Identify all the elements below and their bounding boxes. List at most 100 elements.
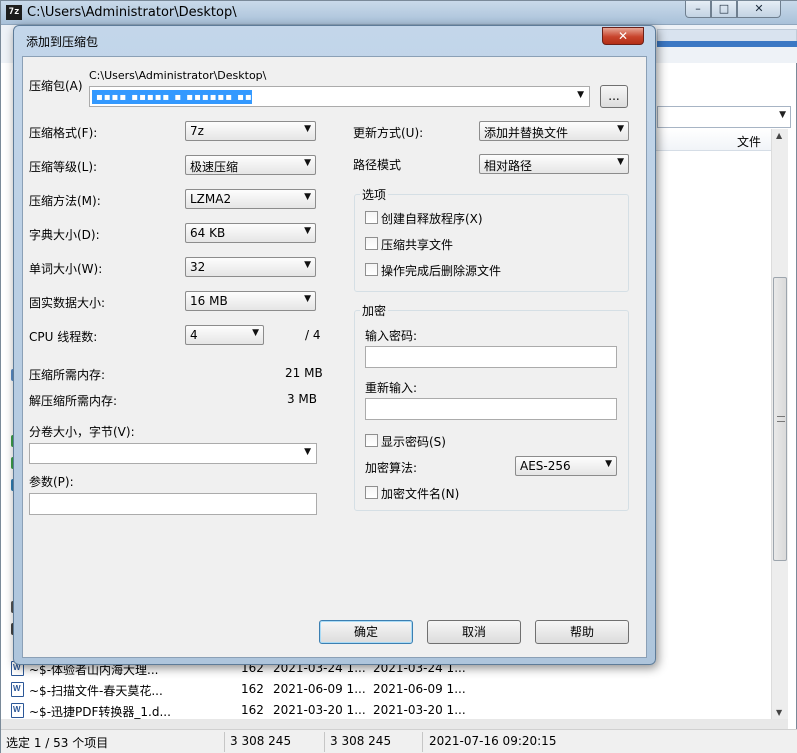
table-row[interactable]: ~$-扫描文件-春天莫花... 162 2021-06-09 1... 2021… (1, 679, 771, 700)
word-select[interactable]: 32 ▼ (185, 257, 316, 277)
solid-select[interactable]: 16 MB ▼ (185, 291, 316, 311)
show-password-checkbox[interactable] (365, 434, 378, 447)
main-path-combo[interactable]: ▼ (657, 106, 791, 128)
format-select[interactable]: 7z ▼ (185, 121, 316, 141)
password-input[interactable] (365, 346, 617, 368)
encryption-title: 加密 (360, 302, 389, 319)
main-address-highlight (657, 41, 797, 47)
sfx-checkbox[interactable] (365, 211, 378, 224)
chevron-down-icon: ▼ (304, 124, 311, 134)
volume-combo[interactable]: ▼ (29, 443, 317, 464)
file-size: 162 (241, 703, 264, 717)
word-doc-icon (11, 682, 24, 697)
level-label: 压缩等级(L): (29, 160, 98, 174)
main-window-title: C:\Users\Administrator\Desktop\ (27, 5, 237, 20)
file-name: ~$-扫描文件-春天莫花... (29, 684, 163, 698)
chevron-down-icon: ▼ (779, 110, 786, 120)
show-password-label[interactable]: 显示密码(S) (381, 433, 446, 450)
maximize-button[interactable]: □ (711, 1, 737, 18)
chevron-down-icon: ▼ (304, 294, 311, 304)
encryption-method-label: 加密算法: (365, 461, 418, 475)
threads-select[interactable]: 4 ▼ (185, 325, 264, 345)
status-datetime: 2021-07-16 09:20:15 (429, 734, 557, 748)
ok-button[interactable]: 确定 (319, 620, 413, 644)
archive-name-combo[interactable]: ▪▪▪▪ ▪▪▪▪▪ ▪ ▪▪▪▪▪▪ ▪▪▪ ▼ (89, 86, 590, 107)
status-packed: 3 308 245 (330, 734, 392, 748)
path-mode-value: 相对路径 (484, 159, 533, 173)
sfx-label[interactable]: 创建自释放程序(X) (381, 210, 483, 227)
minimize-button[interactable]: – (685, 1, 711, 18)
format-value: 7z (190, 124, 204, 138)
method-value: LZMA2 (190, 192, 232, 206)
update-select[interactable]: 添加并替换文件 ▼ (479, 121, 629, 141)
update-label: 更新方式(U): (353, 126, 424, 140)
dict-select[interactable]: 64 KB ▼ (185, 223, 316, 243)
archive-name-text: ▪▪▪▪ ▪▪▪▪▪ ▪ ▪▪▪▪▪▪ ▪▪▪ (96, 92, 261, 103)
archive-path: C:\Users\Administrator\Desktop\ (89, 69, 267, 82)
method-select[interactable]: LZMA2 ▼ (185, 189, 316, 209)
params-label: 参数(P): (29, 475, 74, 489)
level-select[interactable]: 极速压缩 ▼ (185, 155, 316, 175)
chevron-down-icon: ▼ (304, 192, 311, 202)
chevron-down-icon: ▼ (252, 328, 259, 338)
file-created: 2021-06-09 1... (373, 682, 466, 696)
encrypt-names-label[interactable]: 加密文件名(N) (381, 485, 459, 502)
shared-checkbox[interactable] (365, 237, 378, 250)
encrypt-names-checkbox[interactable] (365, 486, 378, 499)
add-to-archive-dialog: 添加到压缩包 ✕ 压缩包(A) C:\Users\Administrator\D… (13, 25, 656, 665)
password-label: 输入密码: (365, 329, 418, 343)
dialog-close-button[interactable]: ✕ (602, 27, 644, 45)
cancel-button[interactable]: 取消 (427, 620, 521, 644)
vertical-scrollbar[interactable]: ▲ ▼ (771, 129, 788, 719)
scrollbar-thumb[interactable] (773, 277, 787, 561)
dict-label: 字典大小(D): (29, 228, 100, 242)
status-selected: 选定 1 / 53 个项目 (6, 736, 109, 750)
file-created: 2021-03-20 1... (373, 703, 466, 717)
mem-compress-value: 21 MB (285, 366, 323, 380)
mem-decompress-value: 3 MB (286, 392, 317, 406)
options-title: 选项 (360, 186, 389, 203)
file-name: ~$-迅捷PDF转换器_1.d... (29, 705, 171, 719)
solid-value: 16 MB (190, 294, 228, 308)
main-titlebar: 7z C:\Users\Administrator\Desktop\ – □ ✕ (1, 1, 797, 25)
chevron-down-icon[interactable]: ▼ (577, 90, 584, 100)
chevron-down-icon: ▼ (304, 260, 311, 270)
solid-label: 固实数据大小: (29, 296, 106, 310)
threads-value: 4 (190, 328, 198, 342)
path-mode-label: 路径模式 (353, 158, 402, 172)
params-input[interactable] (29, 493, 317, 515)
chevron-down-icon: ▼ (304, 158, 311, 168)
file-size: 162 (241, 682, 264, 696)
horizontal-scrollbar[interactable] (1, 719, 788, 729)
app-icon: 7z (6, 5, 22, 20)
delete-checkbox[interactable] (365, 263, 378, 276)
status-size: 3 308 245 (230, 734, 292, 748)
grip-icon (777, 416, 785, 422)
mem-decompress-label: 解压缩所需内存: (29, 394, 118, 408)
column-header-file[interactable]: 文件 (737, 133, 761, 150)
dict-value: 64 KB (190, 226, 226, 240)
delete-label[interactable]: 操作完成后删除源文件 (381, 262, 501, 279)
repassword-input[interactable] (365, 398, 617, 420)
path-mode-select[interactable]: 相对路径 ▼ (479, 154, 629, 174)
table-row[interactable]: ~$-迅捷PDF转换器_1.d... 162 2021-03-20 1... 2… (1, 700, 771, 721)
browse-button[interactable]: ... (600, 85, 628, 108)
file-modified: 2021-06-09 1... (273, 682, 366, 696)
shared-label[interactable]: 压缩共享文件 (381, 236, 453, 253)
word-doc-icon (11, 703, 24, 718)
chevron-down-icon: ▼ (617, 157, 624, 167)
chevron-down-icon: ▼ (617, 124, 624, 134)
archive-name-selection: ▪▪▪▪ ▪▪▪▪▪ ▪ ▪▪▪▪▪▪ ▪▪▪ (92, 90, 259, 104)
word-value: 32 (190, 260, 206, 274)
encryption-method-value: AES-256 (520, 459, 571, 473)
scroll-down-icon[interactable]: ▼ (776, 708, 782, 717)
main-close-button[interactable]: ✕ (737, 1, 781, 18)
mem-compress-label: 压缩所需内存: (29, 368, 106, 382)
method-label: 压缩方法(M): (29, 194, 101, 208)
scroll-up-icon[interactable]: ▲ (776, 131, 782, 140)
encryption-method-select[interactable]: AES-256 ▼ (515, 456, 617, 476)
level-value: 极速压缩 (190, 160, 239, 174)
update-value: 添加并替换文件 (484, 126, 569, 140)
status-bar: 选定 1 / 53 个项目 3 308 245 3 308 245 2021-0… (1, 729, 797, 753)
help-button[interactable]: 帮助 (535, 620, 629, 644)
